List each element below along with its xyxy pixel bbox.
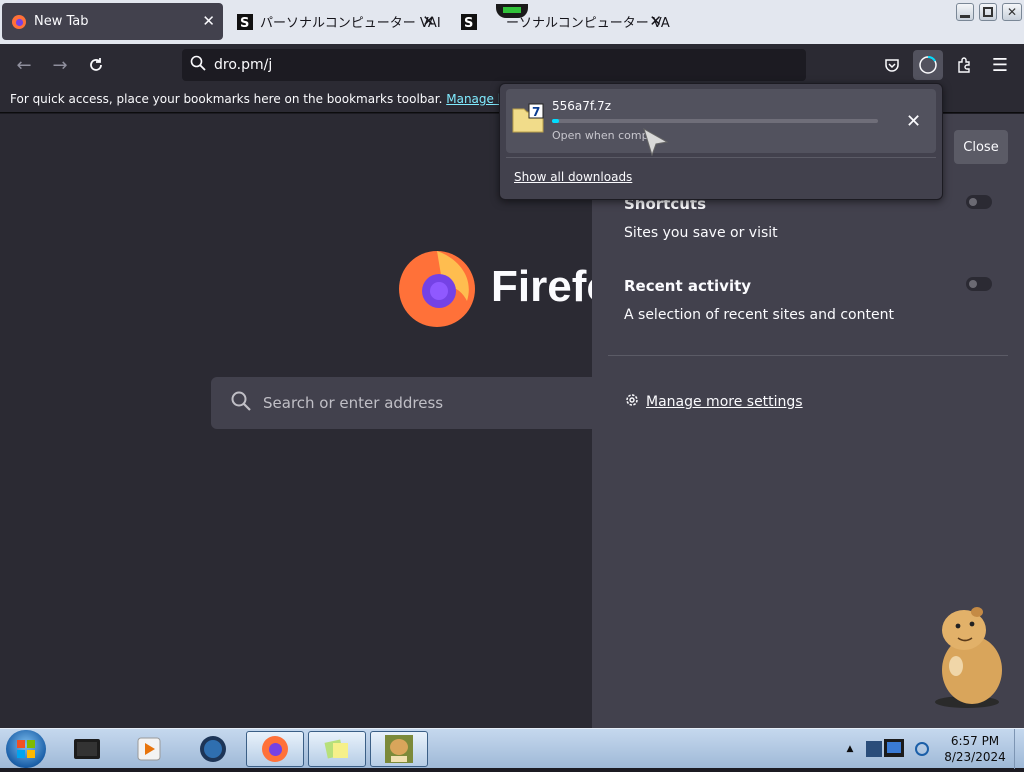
clock-time: 6:57 PM — [950, 734, 1000, 748]
taskbar-app-globe[interactable] — [184, 731, 242, 767]
tray-overflow-icon[interactable]: ▲ — [840, 729, 860, 769]
close-icon[interactable]: ✕ — [649, 13, 662, 29]
tab-vaio-2[interactable]: S ーソナルコンピューター VAI ✕ — [452, 3, 670, 40]
svg-text:S: S — [240, 16, 249, 30]
close-icon[interactable]: ✕ — [202, 13, 215, 29]
pocket-icon[interactable] — [880, 53, 904, 77]
manage-settings-link[interactable]: Manage more settings — [624, 392, 803, 412]
url-text: dro.pm/j — [214, 57, 273, 73]
search-input[interactable]: Search or enter address — [211, 377, 611, 429]
recent-activity-description: A selection of recent sites and content — [624, 307, 894, 323]
s-site-icon: S — [461, 13, 477, 30]
download-progress-fill — [552, 119, 559, 123]
taskbar-app-terminal[interactable] — [58, 731, 116, 767]
s-site-icon: S — [237, 13, 253, 30]
system-clock[interactable]: 6:57 PM 8/23/2024 — [940, 733, 1010, 765]
search-icon — [190, 55, 206, 75]
taskbar-app-firefox[interactable] — [246, 731, 304, 767]
tab-strip: New Tab ✕ S パーソナルコンピューター VAI ✕ S ーソナルコンピ… — [0, 0, 1024, 44]
reload-icon[interactable] — [84, 53, 108, 77]
recent-activity-toggle[interactable] — [966, 277, 992, 291]
windows-logo-icon — [17, 740, 35, 758]
forward-arrow-icon[interactable]: → — [48, 53, 72, 77]
tab-label: New Tab — [34, 14, 89, 29]
shortcuts-toggle[interactable] — [966, 195, 992, 209]
panel-close-button[interactable]: Close — [954, 130, 1008, 164]
tab-label: ーソナルコンピューター VAI — [506, 16, 670, 31]
download-filename: 556a7f.7z — [552, 99, 611, 113]
svg-text:S: S — [464, 16, 473, 30]
search-placeholder: Search or enter address — [263, 394, 444, 412]
network-tray-icon[interactable] — [866, 737, 910, 765]
clock-date: 8/23/2024 — [944, 750, 1006, 764]
firefox-logo-icon — [396, 246, 478, 332]
volume-tray-icon[interactable] — [914, 739, 930, 763]
svg-text:7: 7 — [532, 105, 540, 119]
tab-vaio-1[interactable]: S パーソナルコンピューター VAI ✕ — [228, 3, 443, 40]
taskbar-app-media-player[interactable] — [120, 731, 178, 767]
window-close-button[interactable]: ✕ — [1002, 3, 1022, 21]
firefox-icon — [11, 14, 27, 30]
taskbar-app-sticky-notes[interactable] — [308, 731, 366, 767]
recent-activity-title: Recent activity — [624, 277, 752, 295]
gear-icon — [624, 392, 640, 412]
tab-label: パーソナルコンピューター VAI — [260, 16, 441, 31]
close-icon[interactable]: ✕ — [422, 13, 435, 29]
download-progress-bar — [552, 119, 878, 123]
url-bar[interactable]: dro.pm/j — [182, 49, 806, 81]
extensions-icon[interactable] — [952, 53, 976, 77]
decoration-graphic — [496, 4, 528, 18]
mouse-cursor-icon — [643, 127, 669, 160]
downloads-progress-icon — [919, 55, 937, 74]
hamster-mascot — [922, 604, 1012, 712]
restore-button[interactable] — [979, 3, 997, 21]
start-button[interactable] — [6, 730, 46, 768]
windows-taskbar: ▲ 6:57 PM 8/23/2024 — [0, 728, 1024, 769]
taskbar-app-box[interactable] — [370, 731, 428, 767]
search-icon — [231, 391, 251, 415]
downloads-button[interactable] — [913, 50, 943, 80]
divider — [608, 355, 1008, 356]
tab-new-tab[interactable]: New Tab ✕ — [2, 3, 223, 40]
menu-icon[interactable]: ☰ — [988, 53, 1012, 77]
cancel-download-icon[interactable]: ✕ — [906, 111, 921, 132]
minimize-button[interactable] — [956, 3, 974, 21]
navigation-toolbar: ← → dro.pm/j ☰ — [0, 44, 1024, 86]
back-arrow-icon[interactable]: ← — [12, 53, 36, 77]
manage-settings-label: Manage more settings — [646, 394, 803, 410]
show-desktop-button[interactable] — [1014, 729, 1024, 769]
bookmarks-message: For quick access, place your bookmarks h… — [10, 92, 443, 106]
